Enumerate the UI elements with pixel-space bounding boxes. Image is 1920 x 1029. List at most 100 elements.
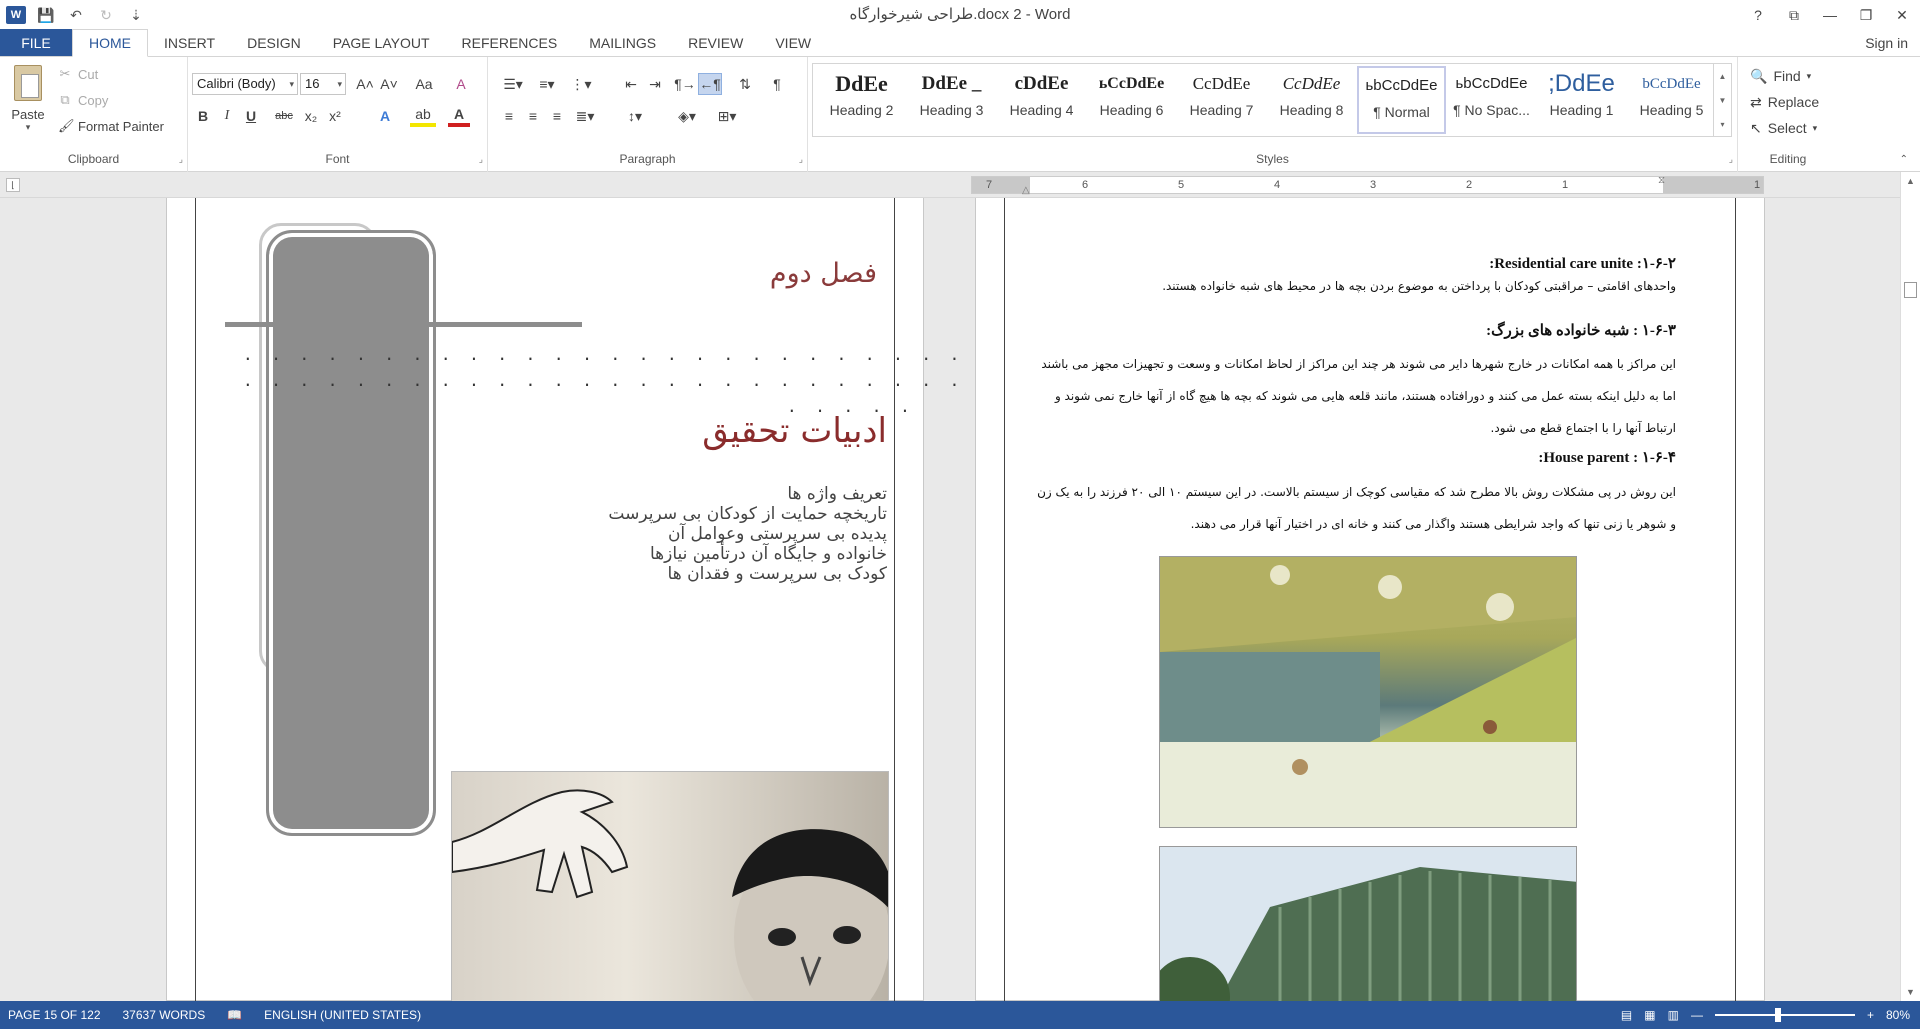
style-no-spacing[interactable]: ьbCcDdEe ¶ No Spac... xyxy=(1447,66,1536,134)
format-painter-button[interactable]: 🖌 Format Painter xyxy=(58,115,164,137)
customize-qat-icon[interactable]: ⇣ xyxy=(126,5,146,25)
bold-button[interactable]: B xyxy=(192,105,214,127)
language-indicator[interactable]: ENGLISH (UNITED STATES) xyxy=(264,1008,421,1022)
style-heading-6[interactable]: ьCcDdEe Heading 6 xyxy=(1087,66,1176,134)
tab-review[interactable]: REVIEW xyxy=(672,29,759,56)
indent-marker-icon[interactable]: ⧖ xyxy=(1658,175,1665,186)
underline-button[interactable]: U xyxy=(240,105,262,127)
copy-button[interactable]: ⧉ Copy xyxy=(58,89,108,111)
justify-icon[interactable]: ≣▾ xyxy=(570,105,600,127)
paragraph-launcher-icon[interactable]: ⌟ xyxy=(799,154,803,165)
style-heading-7[interactable]: CcDdEe Heading 7 xyxy=(1177,66,1266,134)
superscript-button[interactable]: x² xyxy=(324,105,346,127)
scroll-thumb[interactable] xyxy=(1904,282,1917,298)
paste-button[interactable]: Paste ▾ xyxy=(8,65,48,140)
highlight-button[interactable]: ab xyxy=(410,105,436,127)
tab-design[interactable]: DESIGN xyxy=(231,29,317,56)
italic-button[interactable]: I xyxy=(216,105,238,127)
font-color-button[interactable]: A xyxy=(448,105,470,127)
tab-home[interactable]: HOME xyxy=(72,29,148,57)
read-mode-icon[interactable]: ▤ xyxy=(1621,1008,1632,1022)
styles-launcher-icon[interactable]: ⌟ xyxy=(1729,154,1733,165)
tab-references[interactable]: REFERENCES xyxy=(446,29,574,56)
align-left-icon[interactable]: ≡ xyxy=(498,105,520,127)
close-button[interactable]: ✕ xyxy=(1884,0,1920,30)
chevron-up-icon[interactable]: ▲ xyxy=(1719,72,1727,81)
align-center-icon[interactable]: ≡ xyxy=(522,105,544,127)
grow-font-button[interactable]: A˄ xyxy=(354,73,376,95)
ribbon-display-options-button[interactable]: ⧉ xyxy=(1776,0,1812,30)
replace-button[interactable]: ⇄ Replace xyxy=(1750,91,1819,113)
borders-icon[interactable]: ⊞▾ xyxy=(710,105,744,127)
web-layout-icon[interactable]: ▥ xyxy=(1668,1008,1679,1022)
redo-icon[interactable]: ↻ xyxy=(96,5,116,25)
scroll-down-icon[interactable]: ▼ xyxy=(1901,987,1920,997)
subscript-button[interactable]: x₂ xyxy=(300,105,322,127)
save-icon[interactable]: 💾 xyxy=(36,5,56,25)
style-heading-1[interactable]: ;DdEe Heading 1 xyxy=(1537,66,1626,134)
shading-icon[interactable]: ◈▾ xyxy=(670,105,704,127)
undo-icon[interactable]: ↶ xyxy=(66,5,86,25)
tab-file[interactable]: FILE xyxy=(0,29,72,56)
exterior-photo[interactable] xyxy=(1159,846,1577,1001)
style-heading-4[interactable]: cDdEe Heading 4 xyxy=(997,66,1086,134)
chevron-down-icon[interactable]: ▼ xyxy=(1719,96,1727,105)
change-case-button[interactable]: Aa xyxy=(408,73,440,95)
document-page-right[interactable]: ۱-۶-۲: Residential care unite: واحدهای ا… xyxy=(975,198,1765,1001)
font-name-dropdown[interactable]: Calibri (Body) ▾ xyxy=(192,73,298,95)
indent-marker-icon[interactable]: △ xyxy=(1022,185,1030,196)
collapse-ribbon-icon[interactable]: ⌃ xyxy=(1900,154,1908,165)
select-button[interactable]: ↖ Select ▾ xyxy=(1750,117,1817,139)
interior-photo[interactable] xyxy=(1159,556,1577,828)
find-button[interactable]: 🔍 Find ▾ xyxy=(1750,65,1811,87)
document-canvas[interactable]: فصل دوم . . . . . . . . . . . . . . . . … xyxy=(0,198,1900,1001)
zoom-level[interactable]: 80% xyxy=(1886,1008,1910,1022)
show-formatting-button[interactable]: ¶ xyxy=(766,73,788,95)
font-size-dropdown[interactable]: 16 ▾ xyxy=(300,73,346,95)
tab-page-layout[interactable]: PAGE LAYOUT xyxy=(317,29,446,56)
line-spacing-icon[interactable]: ↕▾ xyxy=(620,105,650,127)
style-heading-8[interactable]: CcDdEe Heading 8 xyxy=(1267,66,1356,134)
zoom-out-icon[interactable]: — xyxy=(1691,1008,1703,1022)
restore-button[interactable]: ❐ xyxy=(1848,0,1884,30)
zoom-slider-thumb[interactable] xyxy=(1774,1008,1781,1022)
horizontal-ruler[interactable]: 7 6 5 4 3 2 1 1 △ ⧖ xyxy=(971,175,1764,196)
sign-in-link[interactable]: Sign in xyxy=(1865,30,1908,57)
tab-selector[interactable]: ⌊ xyxy=(6,178,20,192)
vertical-scrollbar[interactable]: ▲ ▼ xyxy=(1900,172,1920,1001)
page-count[interactable]: PAGE 15 OF 122 xyxy=(8,1008,101,1022)
clipboard-launcher-icon[interactable]: ⌟ xyxy=(179,154,183,165)
paste-dropdown-icon[interactable]: ▾ xyxy=(8,122,48,133)
text-effects-button[interactable]: A xyxy=(374,105,396,127)
styles-gallery-scroll[interactable]: ▲ ▼ ▾ xyxy=(1713,64,1731,136)
more-styles-icon[interactable]: ▾ xyxy=(1720,120,1724,129)
word-count[interactable]: 37637 WORDS xyxy=(123,1008,206,1022)
ltr-direction-icon[interactable]: ¶→ xyxy=(674,73,696,95)
clear-formatting-button[interactable]: A xyxy=(450,73,472,95)
tab-view[interactable]: VIEW xyxy=(759,29,827,56)
bullets-icon[interactable]: ☰▾ xyxy=(498,73,528,95)
child-photo[interactable] xyxy=(451,771,889,1001)
strikethrough-button[interactable]: abc xyxy=(270,105,298,127)
scroll-up-icon[interactable]: ▲ xyxy=(1901,176,1920,186)
minimize-button[interactable]: — xyxy=(1812,0,1848,30)
multilevel-list-icon[interactable]: ⋮▾ xyxy=(566,73,596,95)
document-page-left[interactable]: فصل دوم . . . . . . . . . . . . . . . . … xyxy=(166,198,1298,1001)
zoom-in-icon[interactable]: + xyxy=(1867,1008,1874,1022)
decrease-indent-icon[interactable]: ⇤ xyxy=(620,73,642,95)
cut-button[interactable]: ✂ Cut xyxy=(58,63,99,85)
print-layout-icon[interactable]: ▦ xyxy=(1644,1008,1655,1022)
style-normal[interactable]: ьbCcDdEe ¶ Normal xyxy=(1357,66,1446,134)
style-heading-2[interactable]: DdEe Heading 2 xyxy=(817,66,906,134)
tab-mailings[interactable]: MAILINGS xyxy=(573,29,672,56)
tab-insert[interactable]: INSERT xyxy=(148,29,231,56)
align-right-icon[interactable]: ≡ xyxy=(546,105,568,127)
font-launcher-icon[interactable]: ⌟ xyxy=(479,154,483,165)
shrink-font-button[interactable]: A˅ xyxy=(378,73,400,95)
style-heading-5[interactable]: bCcDdEe Heading 5 xyxy=(1627,66,1716,134)
style-heading-3[interactable]: DdEe _ Heading 3 xyxy=(907,66,996,134)
help-button[interactable]: ? xyxy=(1740,0,1776,30)
sort-icon[interactable]: ⇅ xyxy=(734,73,756,95)
rtl-direction-icon[interactable]: ←¶ xyxy=(698,73,722,95)
zoom-slider[interactable] xyxy=(1714,1008,1855,1022)
